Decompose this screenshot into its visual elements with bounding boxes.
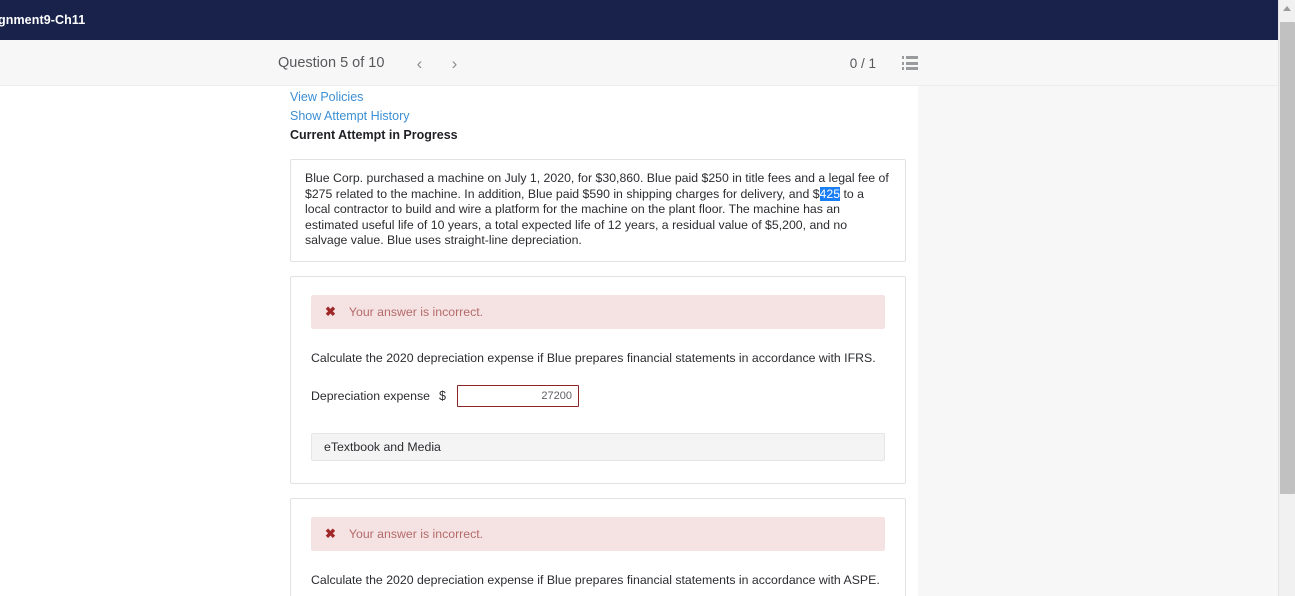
show-attempt-history-link[interactable]: Show Attempt History — [290, 107, 410, 126]
question-list-icon[interactable] — [902, 56, 918, 70]
view-policies-link[interactable]: View Policies — [290, 88, 363, 107]
etextbook-and-media-bar[interactable]: eTextbook and Media — [311, 432, 885, 461]
incorrect-answer-banner: ✖ Your answer is incorrect. — [311, 294, 885, 329]
vertical-scrollbar[interactable] — [1278, 0, 1295, 596]
next-question-button[interactable]: › — [441, 50, 467, 76]
question-text-before-highlight: Blue Corp. purchased a machine on July 1… — [305, 171, 889, 201]
question-counter: Question 5 of 10 — [278, 55, 385, 71]
list-icon-row — [902, 56, 918, 59]
incorrect-answer-text: Your answer is incorrect. — [348, 526, 484, 541]
incorrect-answer-banner: ✖ Your answer is incorrect. — [311, 516, 885, 551]
score-display: 0 / 1 — [849, 55, 876, 71]
list-icon-dot — [902, 61, 904, 65]
currency-symbol: $ — [439, 388, 446, 403]
list-icon-bar — [906, 56, 918, 59]
current-attempt-status: Current Attempt in Progress — [290, 128, 458, 142]
list-icon-dot — [902, 67, 904, 70]
chevron-right-icon: › — [451, 53, 458, 73]
question-prompt: Calculate the 2020 depreciation expense … — [311, 350, 876, 365]
list-icon-bar — [906, 61, 918, 65]
question-content-column: View Policies Show Attempt History Curre… — [278, 86, 918, 596]
question-nav-arrows: ‹ › — [406, 50, 467, 76]
assignment-page: gnment9-Ch11 Question 5 of 10 ‹ › 0 / 1 — [0, 0, 1295, 596]
question-statement-text: Blue Corp. purchased a machine on July 1… — [305, 171, 891, 249]
policy-links: View Policies Show Attempt History Curre… — [290, 86, 906, 145]
x-mark-icon: ✖ — [325, 526, 336, 541]
question-prompt: Calculate the 2020 depreciation expense … — [311, 572, 880, 587]
question-nav-right: 0 / 1 — [850, 56, 918, 71]
list-icon-row — [902, 61, 918, 65]
answer-part-card: ✖ Your answer is incorrect. Calculate th… — [290, 497, 906, 596]
selected-text-highlight: 425 — [819, 186, 841, 201]
chevron-left-icon: ‹ — [416, 53, 423, 73]
list-icon-row — [902, 67, 918, 70]
answer-part-card: ✖ Your answer is incorrect. Calculate th… — [290, 275, 906, 484]
list-icon-bar — [906, 67, 918, 70]
assignment-title: gnment9-Ch11 — [0, 13, 86, 27]
left-gutter — [0, 86, 278, 596]
question-navigation-inner: Question 5 of 10 ‹ › 0 / 1 — [278, 40, 918, 86]
scrollbar-thumb[interactable] — [1280, 22, 1295, 494]
app-header-bar: gnment9-Ch11 — [0, 0, 1278, 40]
x-mark-icon: ✖ — [325, 304, 336, 319]
incorrect-answer-text: Your answer is incorrect. — [348, 304, 484, 319]
previous-question-button[interactable]: ‹ — [406, 50, 432, 76]
answer-row: Depreciation expense $ — [311, 384, 885, 407]
list-icon-dot — [902, 56, 904, 59]
scroll-up-arrow-icon[interactable] — [1279, 0, 1295, 17]
question-navigation-bar: Question 5 of 10 ‹ › 0 / 1 — [0, 40, 1278, 86]
answer-label: Depreciation expense — [311, 388, 430, 403]
depreciation-expense-input[interactable] — [457, 384, 579, 407]
scroll-up-triangle — [1283, 6, 1291, 11]
question-statement-box: Blue Corp. purchased a machine on July 1… — [290, 159, 906, 262]
etextbook-and-media-label: eTextbook and Media — [324, 439, 441, 454]
